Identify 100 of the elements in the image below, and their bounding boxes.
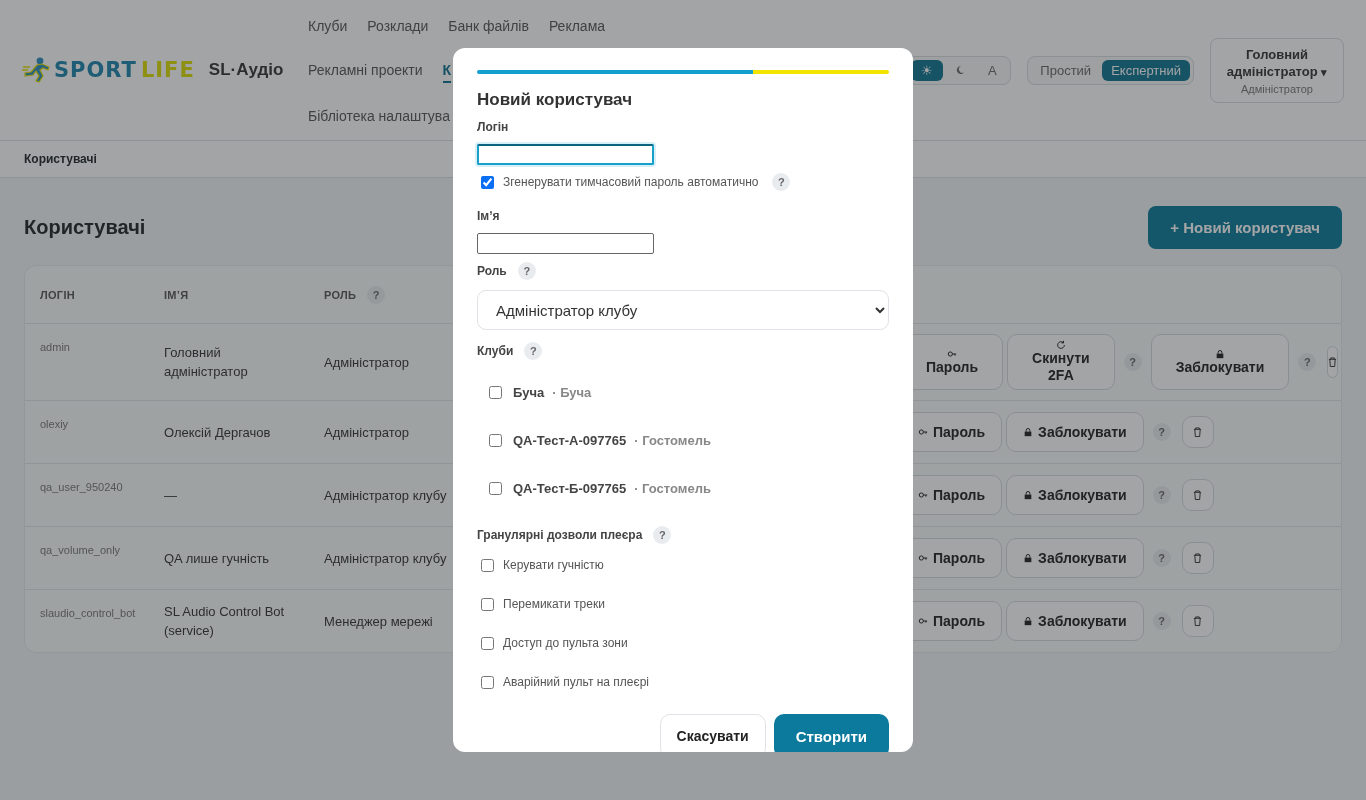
checkbox-label: Перемикати треки bbox=[503, 597, 605, 611]
dialog-title: Новий користувач bbox=[477, 90, 634, 110]
checkbox[interactable] bbox=[481, 597, 494, 611]
lock-icon bbox=[1023, 490, 1034, 500]
auto-theme-button[interactable]: A bbox=[977, 59, 1008, 81]
section-label: Гранулярні дозволи плеєра bbox=[477, 528, 643, 542]
role-cell-text: Менеджер мережі bbox=[324, 612, 433, 631]
club-city: · Гостомель bbox=[634, 432, 711, 448]
nav-link[interactable]: К bbox=[442, 59, 452, 83]
moon-icon bbox=[955, 64, 966, 75]
help-icon[interactable]: ? bbox=[1152, 486, 1171, 504]
field-label: Імʼя bbox=[477, 209, 500, 223]
delete-button[interactable] bbox=[1181, 605, 1214, 637]
help-icon[interactable]: ? bbox=[1123, 353, 1142, 371]
logo-text: SPORT bbox=[54, 58, 137, 82]
refresh-icon bbox=[1055, 340, 1066, 350]
sun-button[interactable]: ☀ bbox=[911, 59, 944, 81]
key-icon bbox=[918, 427, 928, 437]
nav-link[interactable]: Клуби bbox=[308, 15, 348, 37]
block-button[interactable]: Заблокувати bbox=[1006, 475, 1144, 515]
key-icon bbox=[918, 616, 928, 626]
lock-icon bbox=[1023, 427, 1034, 437]
column-header: ЛОГІН bbox=[40, 288, 75, 301]
key-icon bbox=[918, 553, 928, 563]
checkbox-label: Доступ до пульта зони bbox=[503, 636, 628, 650]
checkbox-label: Аварійний пульт на плеєрі bbox=[503, 675, 649, 689]
help-icon[interactable]: ? bbox=[1152, 612, 1171, 630]
delete-button[interactable] bbox=[1181, 479, 1214, 511]
help-icon[interactable]: ? bbox=[517, 262, 536, 280]
reset-2fa-button[interactable]: Скинути 2FA bbox=[1007, 334, 1115, 390]
nav-link[interactable]: Банк файлів bbox=[448, 15, 529, 37]
role-select[interactable]: Адміністратор клубу bbox=[477, 290, 889, 330]
checkbox[interactable] bbox=[489, 481, 502, 495]
field-label: Логін bbox=[477, 120, 509, 134]
help-icon[interactable]: ? bbox=[367, 285, 386, 304]
checkbox[interactable] bbox=[489, 385, 502, 399]
trash-icon bbox=[1193, 489, 1203, 501]
nav-link[interactable]: Рекламні проекти bbox=[308, 59, 423, 83]
mode-tab[interactable]: Експертний bbox=[1102, 59, 1190, 81]
field-label: Клуби bbox=[477, 344, 514, 358]
block-button[interactable]: Заблокувати bbox=[1150, 334, 1290, 390]
cancel-button[interactable]: Скасувати bbox=[659, 714, 766, 752]
name-cell-text: SL Audio Control Bot (service) bbox=[164, 603, 286, 640]
lock-icon bbox=[1023, 553, 1034, 563]
runner-icon bbox=[22, 57, 50, 83]
trash-icon bbox=[1193, 552, 1203, 564]
club-name: QA-Тест-А-097765 bbox=[513, 432, 627, 448]
trash-icon bbox=[1328, 356, 1338, 368]
mode-tab[interactable]: Простий bbox=[1031, 59, 1101, 81]
column-header: РОЛЬ bbox=[324, 288, 357, 301]
name-field[interactable] bbox=[477, 233, 654, 254]
role-cell-text: Адміністратор клубу bbox=[324, 549, 447, 568]
key-icon bbox=[947, 348, 958, 359]
role-cell-text: Адміністратор bbox=[324, 423, 410, 442]
checkbox[interactable] bbox=[481, 636, 494, 650]
app-name: SL·Аудіо bbox=[208, 60, 284, 80]
login-field[interactable] bbox=[477, 144, 654, 165]
breadcrumb: Користувачі bbox=[24, 152, 97, 166]
login-cell-text: qa_volume_only bbox=[40, 543, 121, 558]
checkbox[interactable] bbox=[489, 433, 502, 447]
checkbox-label: Керувати гучністю bbox=[503, 558, 604, 572]
nav-link[interactable]: Реклама bbox=[548, 15, 606, 37]
help-icon[interactable]: ? bbox=[1152, 423, 1171, 441]
help-icon[interactable]: ? bbox=[772, 173, 791, 191]
logo-text: LIFE bbox=[140, 58, 195, 82]
role-cell-text: Адміністратор клубу bbox=[324, 486, 447, 505]
help-icon[interactable]: ? bbox=[653, 526, 672, 544]
field-label: Роль bbox=[477, 264, 507, 278]
new-user-button[interactable]: + Новий користувач bbox=[1148, 205, 1342, 249]
name-cell-text: — bbox=[164, 486, 177, 505]
club-name: Буча bbox=[513, 384, 545, 400]
user-menu[interactable]: Головний адміністратор ▾ Адміністратор bbox=[1210, 37, 1344, 103]
checkbox[interactable] bbox=[481, 175, 494, 189]
key-icon bbox=[918, 490, 928, 500]
trash-icon bbox=[1193, 426, 1203, 438]
login-cell-text: admin bbox=[40, 340, 70, 355]
delete-button[interactable] bbox=[1181, 416, 1214, 448]
help-icon[interactable]: ? bbox=[1152, 549, 1171, 567]
help-icon[interactable]: ? bbox=[1298, 353, 1317, 371]
club-name: QA-Тест-Б-097765 bbox=[513, 480, 627, 496]
club-city: · Гостомель bbox=[634, 480, 711, 496]
block-button[interactable]: Заблокувати bbox=[1006, 601, 1144, 641]
login-cell-text: slaudio_control_bot bbox=[40, 606, 136, 621]
name-cell-text: Олексій Дергачов bbox=[164, 423, 271, 442]
column-header: ІМʼЯ bbox=[164, 288, 189, 301]
create-button[interactable]: Створити bbox=[773, 714, 889, 752]
checkbox[interactable] bbox=[481, 675, 494, 689]
name-cell-text: QA лише гучність bbox=[164, 549, 270, 568]
lock-icon bbox=[1023, 616, 1034, 626]
block-button[interactable]: Заблокувати bbox=[1006, 412, 1144, 452]
block-button[interactable]: Заблокувати bbox=[1006, 538, 1144, 578]
nav-link[interactable]: Розклади bbox=[367, 15, 429, 37]
checkbox[interactable] bbox=[481, 558, 494, 572]
delete-button[interactable] bbox=[1327, 346, 1339, 378]
delete-button[interactable] bbox=[1181, 542, 1214, 574]
help-icon[interactable]: ? bbox=[524, 342, 543, 360]
name-cell-text: Головний адміністратор bbox=[164, 344, 249, 381]
nav-link[interactable]: Бібліотека налаштува bbox=[308, 105, 450, 127]
checkbox-label: Згенерувати тимчасовий пароль автоматично bbox=[503, 175, 759, 189]
lock-icon bbox=[1215, 348, 1225, 359]
